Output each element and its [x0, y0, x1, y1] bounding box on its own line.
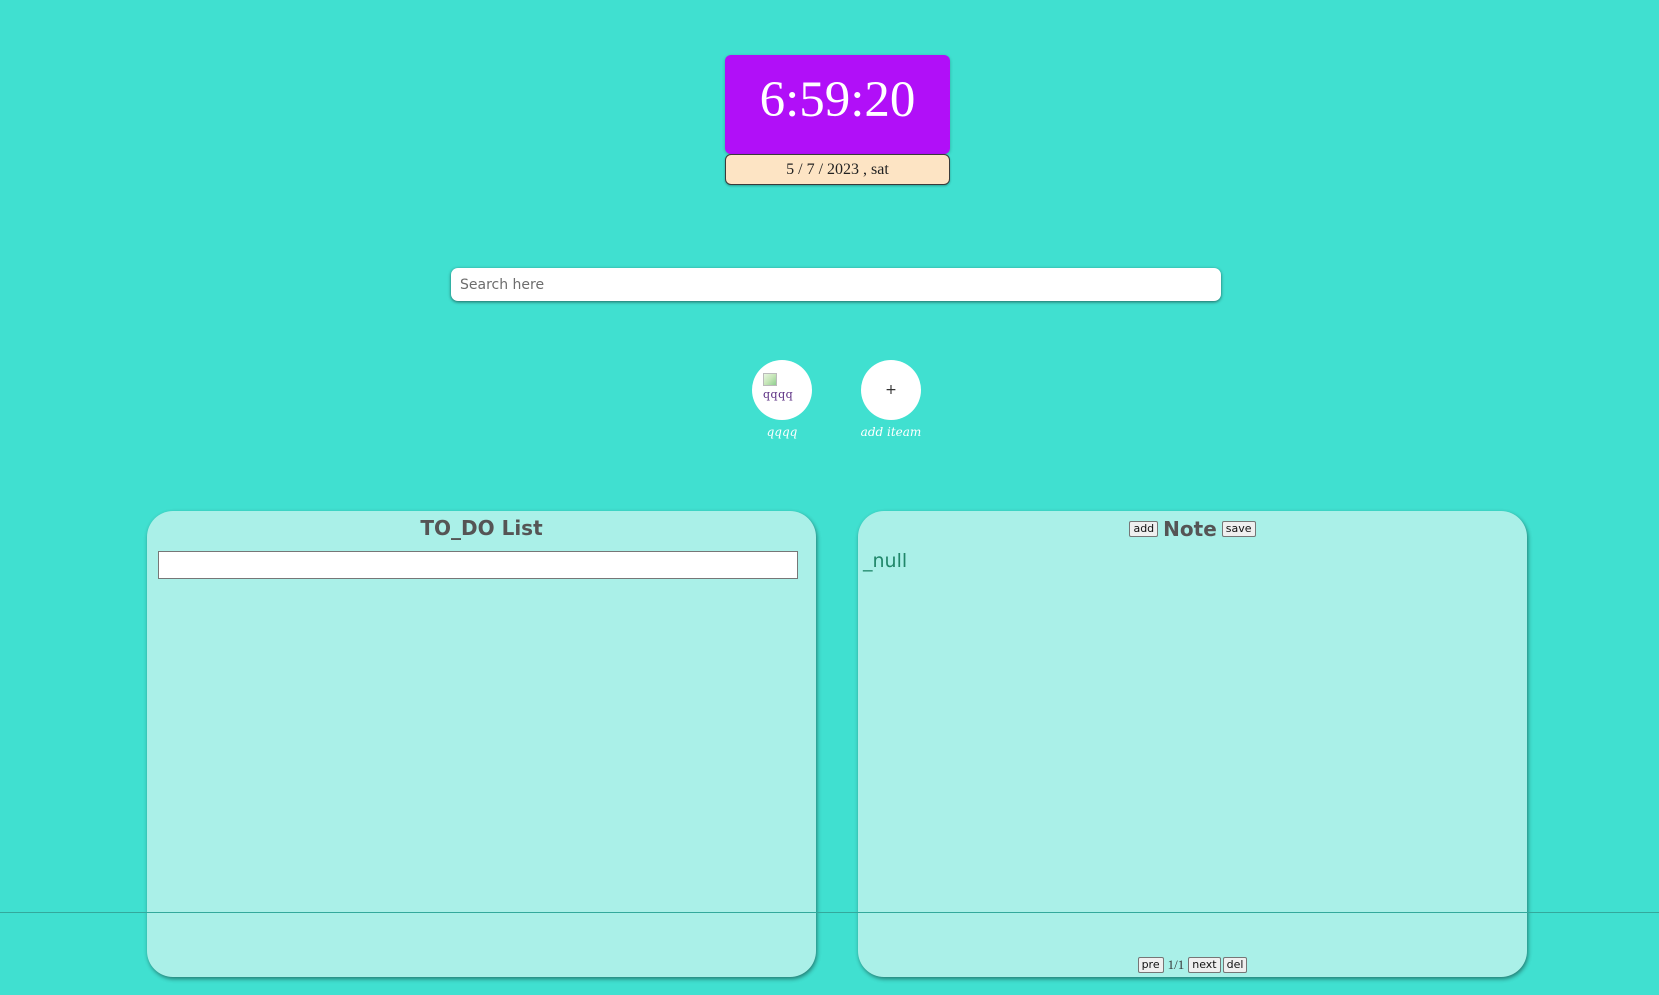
search-bar	[451, 268, 1221, 301]
shortcut-qqqq[interactable]: qqqq qqqq	[742, 360, 822, 439]
add-item-circle[interactable]: +	[861, 360, 921, 420]
note-header: add Note save	[858, 517, 1527, 541]
note-content[interactable]: _null	[863, 550, 907, 572]
note-panel: add Note save _null pre 1/1 next del	[858, 511, 1527, 977]
image-placeholder-icon	[763, 373, 777, 386]
todo-title: TO_DO List	[420, 516, 543, 540]
note-save-button[interactable]: save	[1221, 520, 1256, 538]
broken-image-icon: qqqq	[763, 373, 803, 405]
note-add-button[interactable]: add	[1129, 520, 1159, 538]
clock-display: 6:59:20	[725, 55, 950, 154]
search-input[interactable]	[451, 268, 1221, 301]
todo-input[interactable]	[158, 551, 798, 579]
shortcut-qqqq-circle[interactable]: qqqq	[752, 360, 812, 420]
note-title: Note	[1163, 517, 1217, 541]
add-item-label[interactable]: add iteam	[851, 425, 931, 439]
note-pager: pre 1/1 next del	[858, 956, 1527, 973]
date-display: 5 / 7 / 2023 , sat	[725, 154, 950, 185]
plus-icon: +	[885, 382, 897, 398]
clock-time: 6:59:20	[759, 72, 916, 128]
delete-note-button[interactable]: del	[1222, 956, 1248, 973]
add-item-shortcut[interactable]: + add iteam	[851, 360, 931, 439]
horizontal-divider	[0, 912, 1659, 913]
page-indicator: 1/1	[1167, 956, 1185, 972]
todo-panel: TO_DO List	[147, 511, 816, 977]
previous-page-button[interactable]: pre	[1137, 956, 1164, 973]
next-page-button[interactable]: next	[1188, 956, 1221, 973]
shortcut-image-alt: qqqq	[763, 388, 794, 401]
shortcut-label[interactable]: qqqq	[742, 425, 822, 439]
